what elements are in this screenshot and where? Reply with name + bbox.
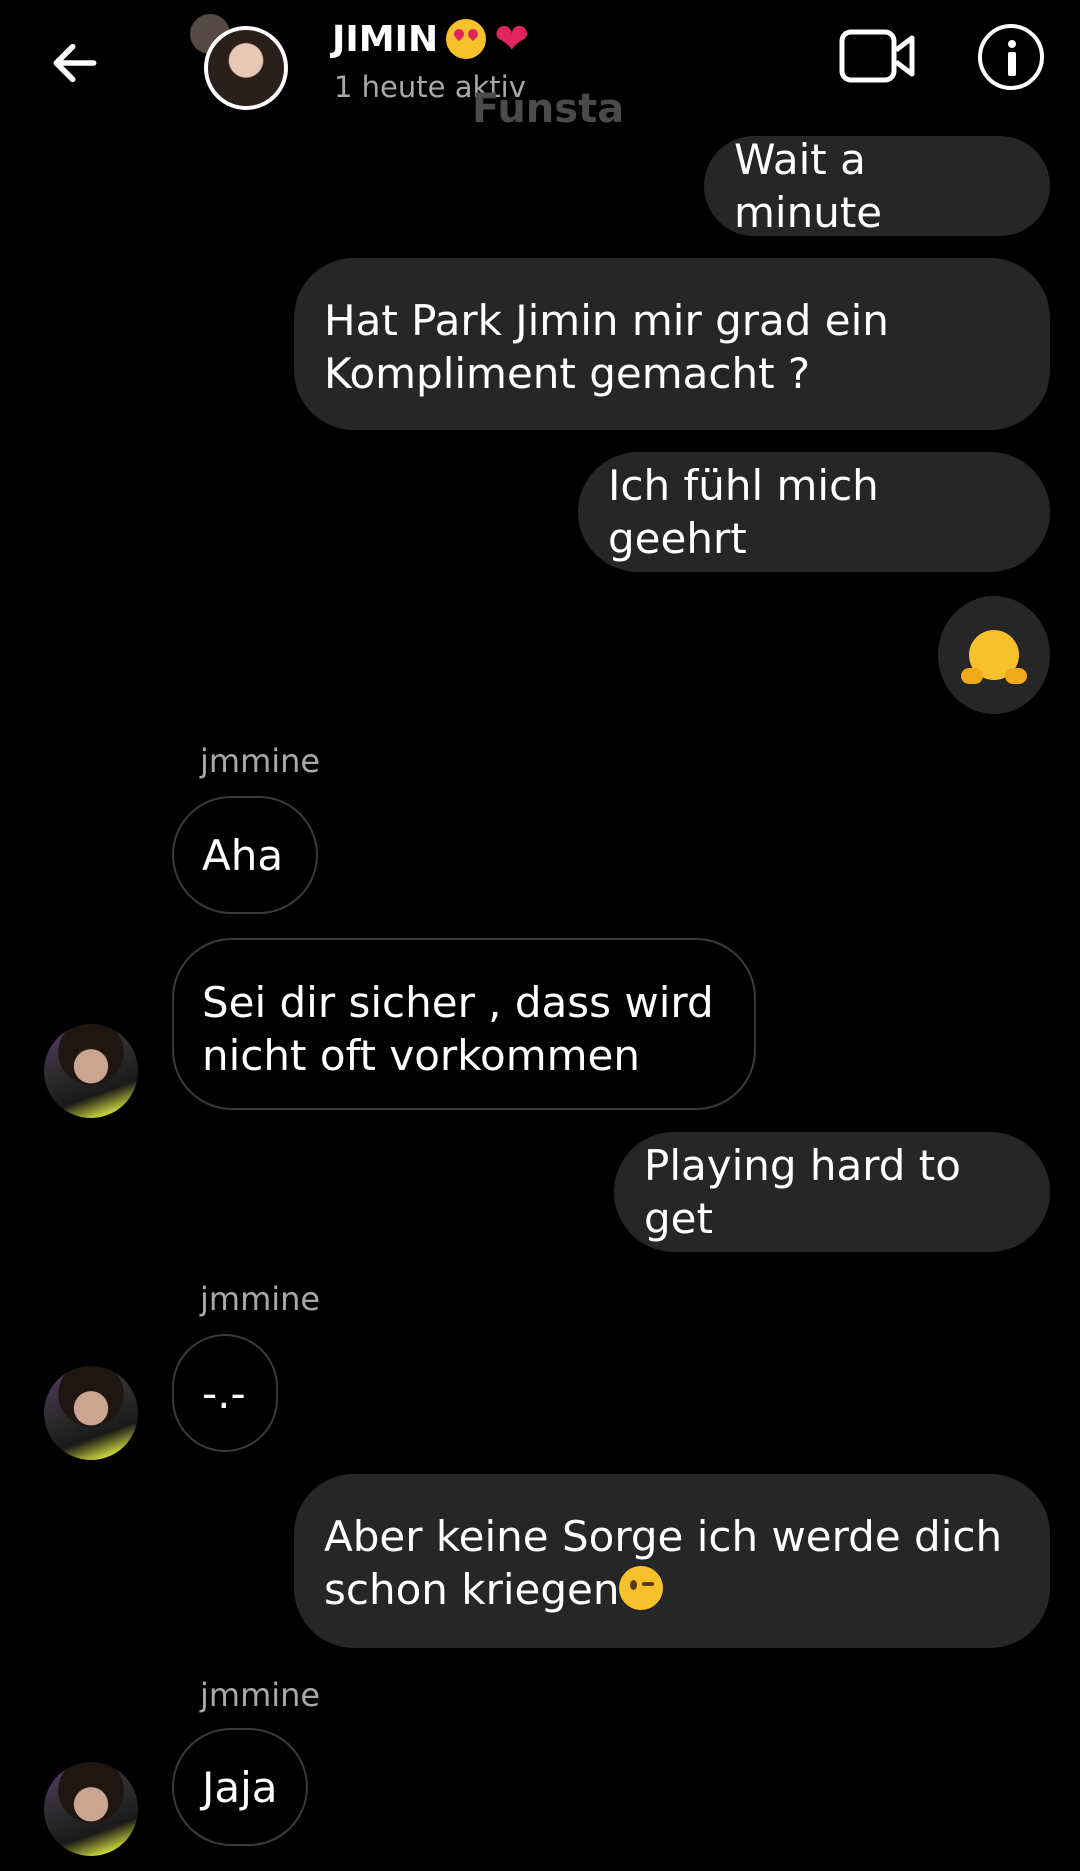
message-text: Aber keine Sorge ich werde dich schon kr… <box>324 1512 1003 1614</box>
message-outgoing[interactable]: Hat Park Jimin mir grad ein Kompliment g… <box>294 258 1050 430</box>
sender-name: jmmine <box>200 1676 321 1714</box>
watermark: Funsta <box>472 86 625 132</box>
video-camera-icon <box>839 29 915 83</box>
contact-name: JIMIN <box>332 18 439 60</box>
info-icon-bar <box>1008 52 1016 76</box>
message-incoming[interactable]: Sei dir sicher , dass wird nicht oft vor… <box>172 938 756 1110</box>
sender-name: jmmine <box>200 1280 321 1318</box>
message-incoming[interactable]: Jaja <box>172 1728 308 1846</box>
sender-avatar[interactable] <box>44 1024 138 1118</box>
info-icon <box>1008 40 1016 48</box>
arrow-left-icon <box>53 43 97 83</box>
message-incoming[interactable]: -.- <box>172 1334 278 1452</box>
message-outgoing[interactable]: Wait a minute <box>704 135 1050 237</box>
heart-eyes-emoji-icon <box>446 19 487 59</box>
sender-name: jmmine <box>200 742 321 780</box>
info-button[interactable] <box>978 24 1044 90</box>
winking-face-emoji-icon <box>619 1566 664 1610</box>
message-outgoing-emoji[interactable] <box>938 596 1050 714</box>
red-heart-icon: ❤ <box>494 14 530 63</box>
chat-title[interactable]: JIMIN ❤ <box>332 18 529 60</box>
sender-avatar[interactable] <box>44 1762 138 1856</box>
chat-header: JIMIN ❤ 1 heute aktiv Funsta <box>0 0 1080 132</box>
back-button[interactable] <box>40 28 110 98</box>
message-outgoing[interactable]: Ich fühl mich geehrt <box>578 452 1050 572</box>
message-outgoing[interactable]: Aber keine Sorge ich werde dich schon kr… <box>294 1474 1050 1648</box>
hugging-face-emoji-icon <box>961 630 1027 684</box>
sender-avatar[interactable] <box>44 1366 138 1460</box>
message-outgoing[interactable]: Playing hard to get <box>614 1132 1050 1252</box>
message-incoming[interactable]: Aha <box>172 796 318 914</box>
video-call-button[interactable] <box>838 26 918 86</box>
profile-avatar[interactable] <box>204 26 288 110</box>
